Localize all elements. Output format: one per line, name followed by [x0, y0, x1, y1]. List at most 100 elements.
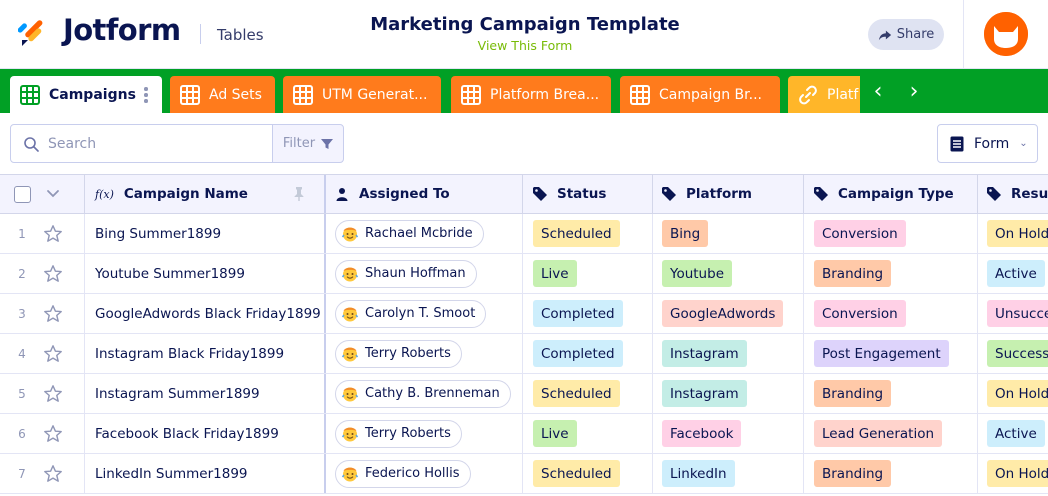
- platform-cell[interactable]: Instagram: [653, 334, 804, 373]
- status-cell[interactable]: Completed: [523, 294, 653, 333]
- column-header-campaign-name[interactable]: f(x) Campaign Name: [85, 175, 326, 213]
- result-cell[interactable]: Active: [978, 254, 1048, 293]
- chevron-right-icon[interactable]: ›: [910, 81, 919, 103]
- campaign-type-cell[interactable]: Conversion: [804, 214, 978, 253]
- campaign-type-cell[interactable]: Post Engagement: [804, 334, 978, 373]
- assignee-chip[interactable]: Federico Hollis: [335, 459, 471, 488]
- result-cell[interactable]: Active: [978, 414, 1048, 453]
- star-icon[interactable]: [43, 304, 63, 324]
- campaign-name-cell[interactable]: Instagram Summer1899: [85, 374, 326, 413]
- platform-cell[interactable]: Instagram: [653, 374, 804, 413]
- assignee-chip[interactable]: Shaun Hoffman: [335, 259, 477, 288]
- assigned-to-cell[interactable]: Carolyn T. Smoot: [326, 294, 523, 333]
- row-number: 1: [18, 226, 26, 241]
- status-cell[interactable]: Live: [523, 414, 653, 453]
- campaign-name-cell[interactable]: Bing Summer1899: [85, 214, 326, 253]
- table-row[interactable]: 3 GoogleAdwords Black Friday1899 Carolyn T…: [0, 294, 1048, 334]
- tab-platform-link[interactable]: Platf: [788, 76, 868, 113]
- tab-utm-generator[interactable]: UTM Generat...: [283, 76, 441, 113]
- result-cell[interactable]: Success: [978, 334, 1048, 373]
- tab-label: UTM Generat...: [322, 86, 428, 103]
- result-cell[interactable]: Unsucce: [978, 294, 1048, 333]
- assignee-chip[interactable]: Cathy B. Brenneman: [335, 379, 511, 408]
- header-divider-right: [963, 0, 964, 69]
- campaign-type-cell[interactable]: Branding: [804, 374, 978, 413]
- status-cell[interactable]: Scheduled: [523, 374, 653, 413]
- star-icon[interactable]: [43, 464, 63, 484]
- platform-tag: Youtube: [662, 260, 732, 287]
- star-icon[interactable]: [43, 264, 63, 284]
- select-all-checkbox[interactable]: [14, 185, 31, 203]
- table-icon: [293, 84, 313, 105]
- filter-button[interactable]: Filter: [272, 124, 344, 163]
- star-icon[interactable]: [43, 384, 63, 404]
- campaign-name: GoogleAdwords Black Friday1899: [95, 305, 321, 322]
- view-form-link[interactable]: View This Form: [330, 38, 720, 53]
- platform-cell[interactable]: Facebook: [653, 414, 804, 453]
- status-cell[interactable]: Completed: [523, 334, 653, 373]
- campaign-type-cell[interactable]: Lead Generation: [804, 414, 978, 453]
- column-header-campaign-type[interactable]: Campaign Type: [804, 175, 978, 213]
- result-cell[interactable]: On Hold: [978, 214, 1048, 253]
- result-cell[interactable]: On Hold: [978, 454, 1048, 493]
- table-row[interactable]: 7 LinkedIn Summer1899 Federico Hollis Sched…: [0, 454, 1048, 494]
- campaign-type-cell[interactable]: Branding: [804, 254, 978, 293]
- pin-icon[interactable]: [294, 187, 304, 201]
- assigned-to-cell[interactable]: Terry Roberts: [326, 414, 523, 453]
- table-row[interactable]: 4 Instagram Black Friday1899 Terry Roberts…: [0, 334, 1048, 374]
- search-input[interactable]: [48, 135, 248, 152]
- tab-platform-breakdown[interactable]: Platform Brea...: [451, 76, 611, 113]
- status-cell[interactable]: Live: [523, 254, 653, 293]
- assignee-chip[interactable]: Terry Roberts: [335, 339, 462, 368]
- assigned-to-cell[interactable]: Rachael Mcbride: [326, 214, 523, 253]
- campaign-name-cell[interactable]: GoogleAdwords Black Friday1899: [85, 294, 326, 333]
- product-name[interactable]: Tables: [217, 26, 264, 44]
- campaign-name-cell[interactable]: Youtube Summer1899: [85, 254, 326, 293]
- platform-cell[interactable]: Bing: [653, 214, 804, 253]
- campaign-type-cell[interactable]: Branding: [804, 454, 978, 493]
- column-header-result[interactable]: Result: [978, 175, 1048, 213]
- campaign-name-cell[interactable]: Facebook Black Friday1899: [85, 414, 326, 453]
- star-icon[interactable]: [43, 344, 63, 364]
- chevron-down-icon[interactable]: [46, 189, 60, 199]
- campaign-type-cell[interactable]: Conversion: [804, 294, 978, 333]
- status-cell[interactable]: Scheduled: [523, 454, 653, 493]
- form-view-button[interactable]: Form ⌄: [937, 124, 1038, 163]
- funnel-icon: [321, 138, 334, 149]
- user-avatar[interactable]: [984, 12, 1028, 56]
- campaign-name-cell[interactable]: Instagram Black Friday1899: [85, 334, 326, 373]
- column-header-assigned-to[interactable]: Assigned To: [326, 175, 523, 213]
- assignee-chip[interactable]: Rachael Mcbride: [335, 219, 484, 248]
- chevron-left-icon[interactable]: ‹: [874, 81, 883, 103]
- star-icon[interactable]: [43, 424, 63, 444]
- assigned-to-cell[interactable]: Shaun Hoffman: [326, 254, 523, 293]
- column-header-status[interactable]: Status: [523, 175, 653, 213]
- table-row[interactable]: 5 Instagram Summer1899 Cathy B. Brenneman S…: [0, 374, 1048, 414]
- table-row[interactable]: 6 Facebook Black Friday1899 Terry Roberts L…: [0, 414, 1048, 454]
- star-icon[interactable]: [43, 224, 63, 244]
- campaign-name-cell[interactable]: LinkedIn Summer1899: [85, 454, 326, 493]
- platform-cell[interactable]: GoogleAdwords: [653, 294, 804, 333]
- brand-name[interactable]: Jotform: [63, 13, 181, 47]
- assignee-chip[interactable]: Terry Roberts: [335, 419, 462, 448]
- table-row[interactable]: 1 Bing Summer1899 Rachael Mcbride Scheduled…: [0, 214, 1048, 254]
- column-header-platform[interactable]: Platform: [653, 175, 804, 213]
- platform-cell[interactable]: LinkedIn: [653, 454, 804, 493]
- platform-cell[interactable]: Youtube: [653, 254, 804, 293]
- result-cell[interactable]: On Hold: [978, 374, 1048, 413]
- assigned-to-cell[interactable]: Terry Roberts: [326, 334, 523, 373]
- row-index-cell: 2: [0, 254, 85, 293]
- assigned-to-cell[interactable]: Federico Hollis: [326, 454, 523, 493]
- assigned-to-cell[interactable]: Cathy B. Brenneman: [326, 374, 523, 413]
- status-tag: Completed: [533, 340, 623, 367]
- table-row[interactable]: 2 Youtube Summer1899 Shaun Hoffman Live Yout…: [0, 254, 1048, 294]
- tab-ad-sets[interactable]: Ad Sets: [170, 76, 275, 113]
- tab-campaigns[interactable]: Campaigns: [10, 76, 162, 113]
- tab-campaign-breakdown[interactable]: Campaign Br...: [620, 76, 780, 113]
- assignee-chip[interactable]: Carolyn T. Smoot: [335, 299, 487, 328]
- column-label: Status: [557, 186, 607, 202]
- status-cell[interactable]: Scheduled: [523, 214, 653, 253]
- share-button[interactable]: Share: [868, 19, 944, 50]
- tab-more-icon[interactable]: [144, 87, 148, 105]
- jotform-logo-icon[interactable]: [18, 16, 50, 48]
